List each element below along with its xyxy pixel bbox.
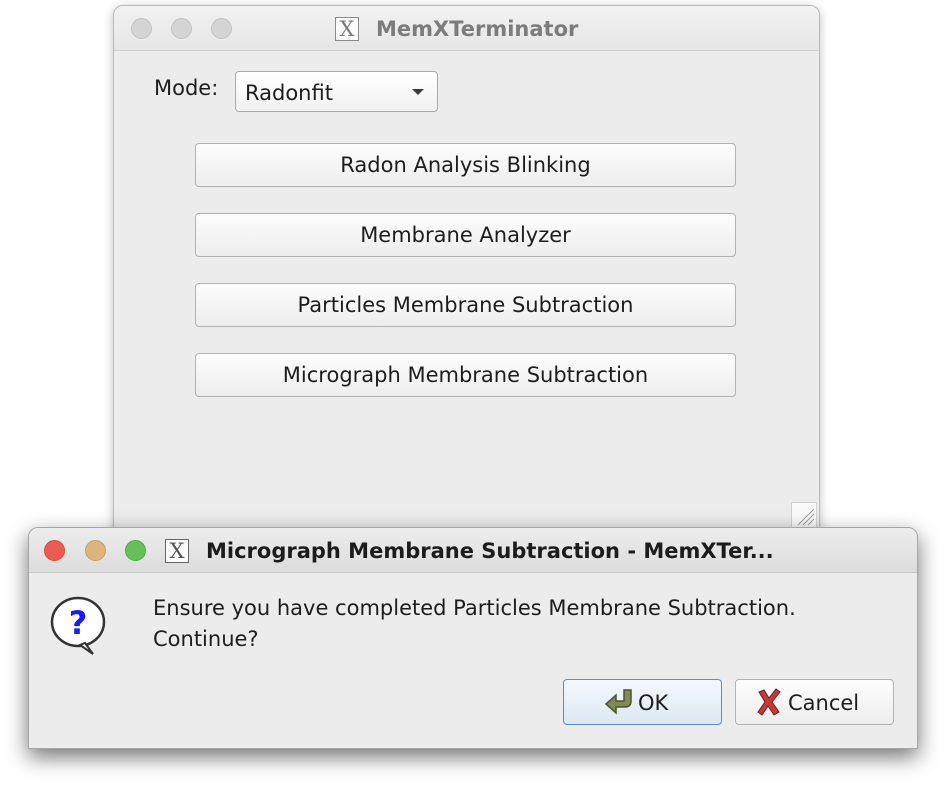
micrograph-membrane-subtraction-button[interactable]: Micrograph Membrane Subtraction: [195, 353, 736, 397]
mode-select[interactable]: Radonfit: [235, 71, 438, 112]
cancel-button[interactable]: Cancel: [735, 679, 894, 725]
zoom-dialog-button[interactable]: [125, 540, 146, 561]
check-arrow-icon: [604, 689, 632, 715]
dialog-message-line-1: Ensure you have completed Particles Memb…: [153, 596, 796, 620]
minimize-dialog-button[interactable]: [85, 540, 106, 561]
svg-text:?: ?: [69, 604, 88, 642]
confirm-dialog: X Micrograph Membrane Subtraction - MemX…: [28, 527, 918, 749]
particles-membrane-subtraction-button[interactable]: Particles Membrane Subtraction: [195, 283, 736, 327]
x-app-icon: X: [165, 539, 189, 563]
minimize-window-button[interactable]: [171, 18, 192, 39]
chevron-down-icon: [412, 89, 424, 95]
x-app-icon: X: [335, 17, 359, 41]
red-x-icon: [757, 688, 781, 716]
question-icon: ?: [50, 596, 106, 655]
mode-label: Mode:: [154, 76, 219, 100]
membrane-analyzer-button[interactable]: Membrane Analyzer: [195, 213, 736, 257]
main-window: X MemXTerminator Mode: Radonfit Radon An…: [113, 5, 820, 547]
ok-button[interactable]: OK: [563, 679, 722, 725]
main-titlebar[interactable]: X MemXTerminator: [114, 6, 819, 51]
window-title: MemXTerminator: [376, 17, 579, 41]
mode-select-value: Radonfit: [245, 81, 333, 105]
close-window-button[interactable]: [131, 18, 152, 39]
dialog-title: Micrograph Membrane Subtraction - MemXTe…: [206, 539, 774, 563]
dialog-titlebar[interactable]: X Micrograph Membrane Subtraction - MemX…: [29, 528, 917, 573]
resize-grip[interactable]: [791, 502, 817, 528]
zoom-window-button[interactable]: [211, 18, 232, 39]
ok-label: OK: [638, 691, 669, 715]
close-dialog-button[interactable]: [44, 540, 65, 561]
cancel-label: Cancel: [788, 691, 860, 715]
dialog-message-line-2: Continue?: [153, 627, 259, 651]
radon-analysis-blinking-button[interactable]: Radon Analysis Blinking: [195, 143, 736, 187]
